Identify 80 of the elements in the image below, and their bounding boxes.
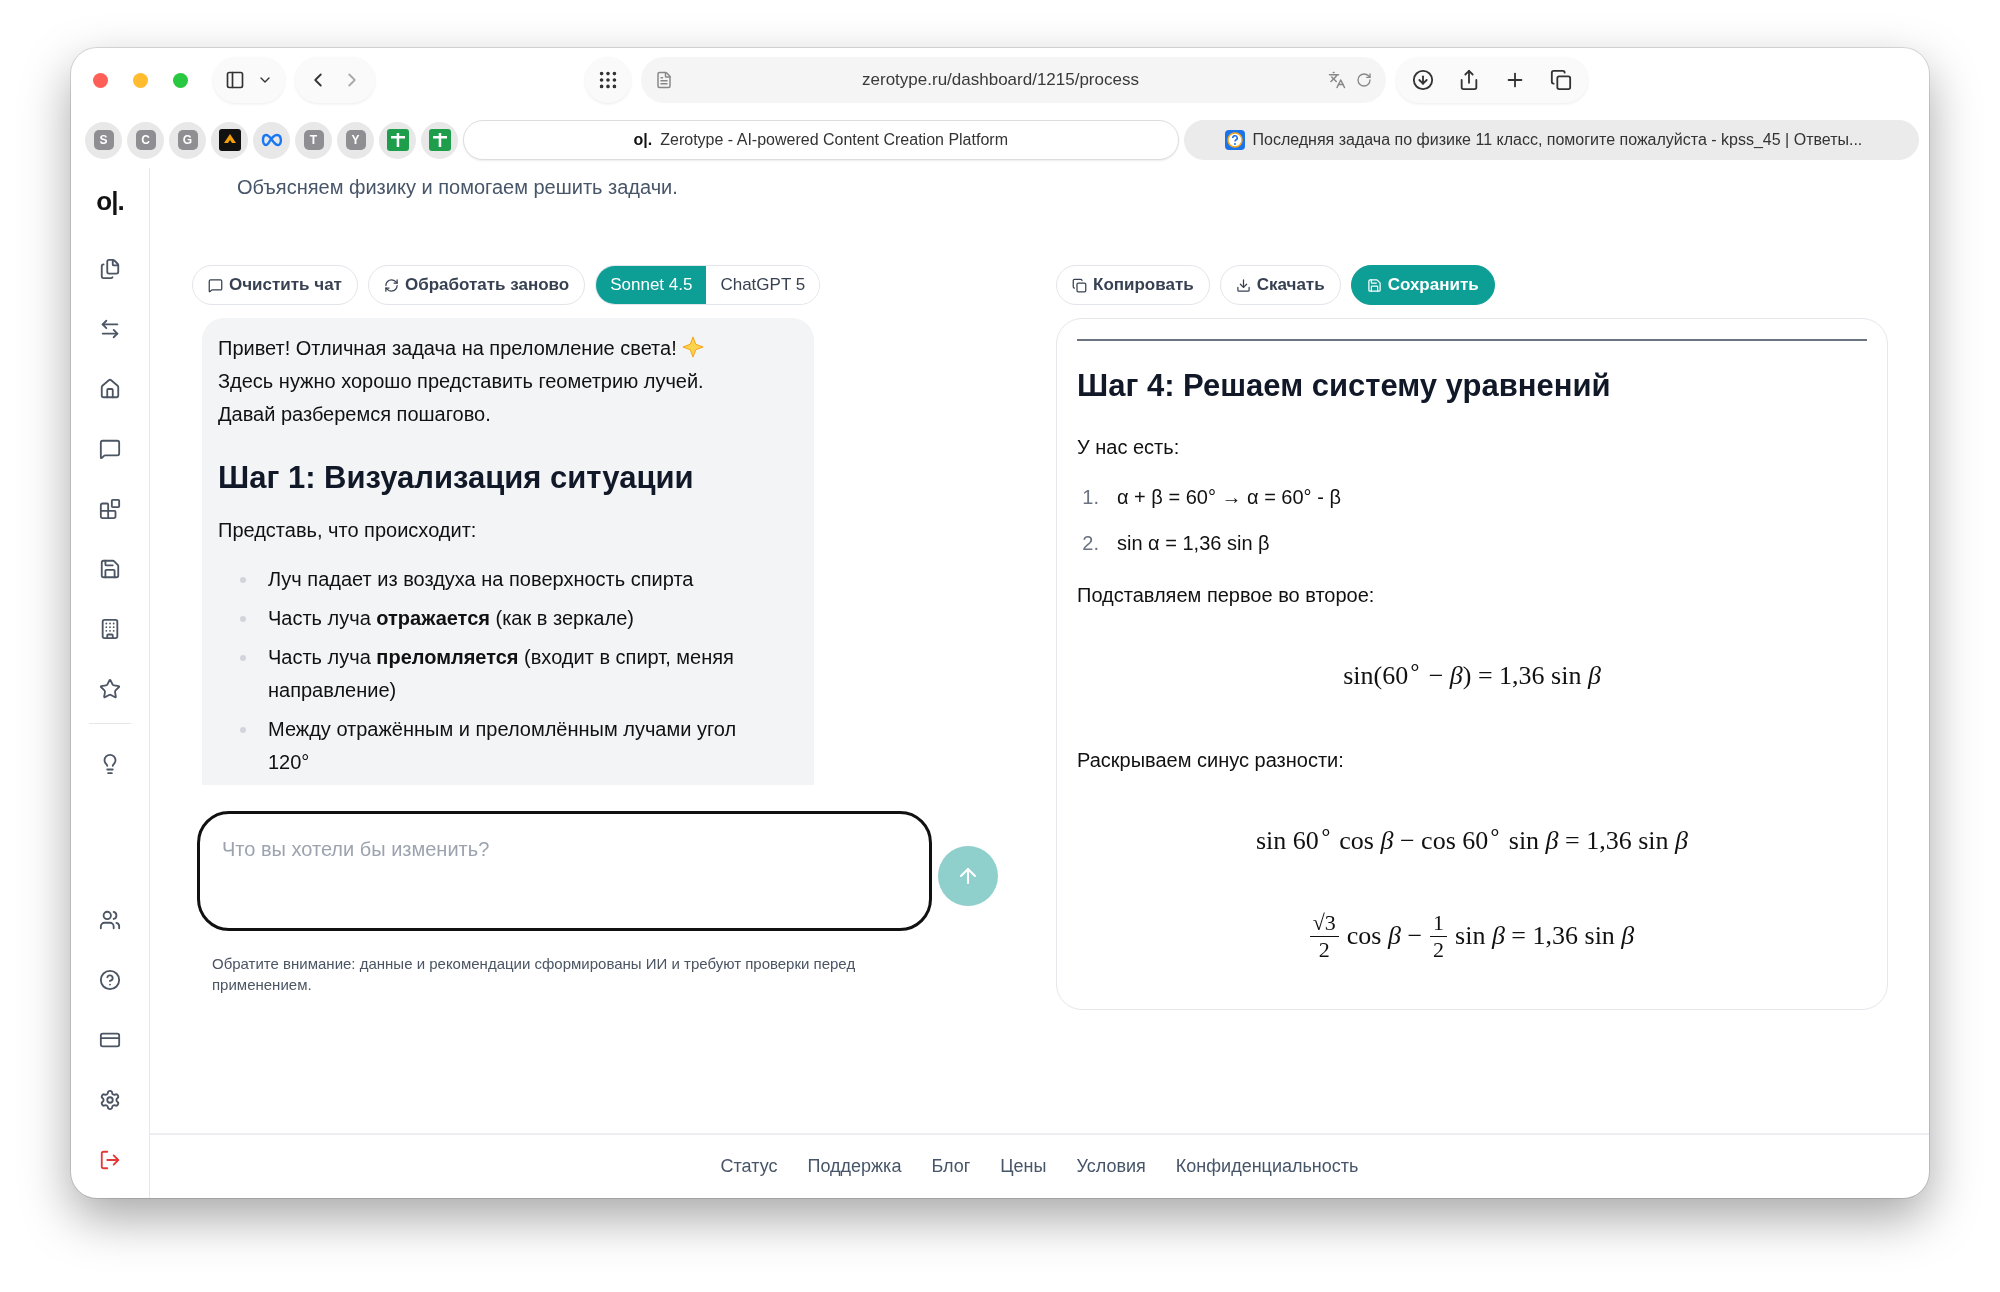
spreadsheet-icon <box>386 129 409 151</box>
footer-link[interactable]: Блог <box>931 1156 971 1177</box>
chat-action-button[interactable]: Обработать заново <box>367 265 586 305</box>
roof-logo-icon <box>218 129 241 151</box>
swap-arrows-icon[interactable] <box>99 318 121 340</box>
page-icon <box>655 71 673 89</box>
list-number: 1. <box>1081 485 1099 511</box>
message-icon <box>208 277 223 293</box>
question-icon <box>1224 130 1245 150</box>
bullet-icon <box>240 727 246 734</box>
tabs-overview-icon[interactable] <box>1550 69 1572 91</box>
infinity-icon <box>259 133 284 147</box>
help-icon[interactable] <box>99 969 121 991</box>
sidebar-toggle-icon[interactable] <box>225 70 245 90</box>
download-icon <box>1235 277 1251 293</box>
list-item-text: Часть луча отражается (как в зеркале) <box>268 606 634 632</box>
list-item-text: Часть луча преломляется (входит в спирт, меняя направление) <box>268 645 735 704</box>
fraction: 1 2 <box>1430 909 1448 963</box>
disclaimer-text: Обратите внимание: данные и рекомендации сформированы ИИ и требуют проверки перед применением. <box>212 954 857 996</box>
building-icon[interactable] <box>99 618 121 640</box>
footer-link[interactable]: Статус <box>720 1156 778 1177</box>
formula: sin β = 1,36 sin β <box>1455 921 1635 951</box>
list-number: 2. <box>1081 531 1099 557</box>
refresh-icon <box>383 277 399 293</box>
list-item-text: Луч падает из воздуха на поверхность спирта <box>268 567 694 593</box>
equation-text: sin α = 1,36 sin β <box>1117 531 1270 557</box>
step-heading: Шаг 4: Решаем систему уравнений <box>1077 367 1612 405</box>
spreadsheet-icon <box>428 129 451 151</box>
copy-icon <box>1072 277 1087 293</box>
page-subtitle: Объясняем физику и помогаем решить задачи. <box>237 176 679 199</box>
footer-link[interactable]: Условия <box>1076 1156 1146 1177</box>
share-icon[interactable] <box>1458 69 1480 91</box>
paragraph: У нас есть: <box>1077 435 1181 461</box>
message-input[interactable]: Что вы хотели бы изменить? <box>197 811 932 932</box>
chat-action-button[interactable]: Очистить чат <box>192 265 358 305</box>
paragraph: Раскрываем синус разности: <box>1077 747 1345 773</box>
logout-icon[interactable] <box>99 1149 121 1171</box>
home-icon[interactable] <box>99 378 121 400</box>
formula: sin 60$^{∘}$ cos β − cos 60$^{∘}$ sin β = 1,36 sin β <box>1255 818 1689 856</box>
bullet-icon <box>240 616 246 623</box>
footer-link[interactable]: Конфиденциальность <box>1175 1156 1359 1177</box>
users-icon[interactable] <box>99 909 121 931</box>
message-icon[interactable] <box>99 438 121 460</box>
browser-tab[interactable]: Последняя задача по физике 11 класс, помогите пожалуйста - kpss_45 | Ответы... <box>1183 120 1919 160</box>
message-text: Представь, что происходит: <box>218 518 478 544</box>
download-icon[interactable] <box>1412 69 1434 91</box>
reload-icon[interactable] <box>1356 72 1372 88</box>
bullet-icon <box>240 577 246 584</box>
tab-title: Последняя задача по физике 11 класс, помогите пожалуйста - kpss_45 | Ответы... <box>1252 131 1863 149</box>
translate-icon[interactable] <box>1328 71 1346 89</box>
formula: sin(60$^{∘}$ − β) = 1,36 sin β <box>1343 654 1601 691</box>
tab-favicon: o|. <box>633 131 653 149</box>
result-action-button[interactable]: Копировать <box>1056 265 1210 305</box>
footer-link[interactable]: Поддержка <box>807 1156 902 1177</box>
save-icon <box>1366 277 1382 293</box>
star-icon <box>682 336 705 358</box>
fraction: √3 2 <box>1309 909 1339 963</box>
bookmark-button[interactable] <box>211 121 248 159</box>
save-icon[interactable] <box>99 558 121 580</box>
tab-title: Zerotype - AI-powered Content Creation Platform <box>660 131 1008 149</box>
bullet-icon <box>240 655 246 662</box>
grid-icon[interactable] <box>597 69 619 91</box>
address-bar[interactable]: zerotype.ru/dashboard/1215/process <box>641 57 1386 103</box>
list-item-text: Между отражённым и преломлённым лучами угол 120° <box>268 717 738 776</box>
formula: cos β − <box>1346 921 1423 951</box>
result-action-button[interactable]: Скачать <box>1219 265 1341 305</box>
star-icon[interactable] <box>99 678 121 700</box>
step-heading: Шаг 1: Визуализация ситуации <box>218 459 695 497</box>
browser-tab[interactable]: o|. Zerotype - AI-powered Content Creation Platform <box>463 120 1179 160</box>
url-text: zerotype.ru/dashboard/1215/process <box>861 70 1140 90</box>
documents-icon[interactable] <box>99 258 121 280</box>
message-text: Привет! Отличная задача на преломление света! <box>218 337 677 359</box>
footer-link[interactable]: Цены <box>1000 1156 1047 1177</box>
message-text: Здесь нужно хорошо представить геометрию лучей. Давай разберемся пошагово. <box>218 369 705 427</box>
app-logo[interactable]: o|. <box>96 186 124 217</box>
equation-text: α + β = 60° → α = 60° - β <box>1117 485 1341 511</box>
paragraph: Подставляем первое во второе: <box>1077 583 1376 609</box>
settings-icon[interactable] <box>99 1089 121 1111</box>
close-window-button[interactable] <box>93 72 108 88</box>
blocks-icon[interactable] <box>99 498 121 520</box>
